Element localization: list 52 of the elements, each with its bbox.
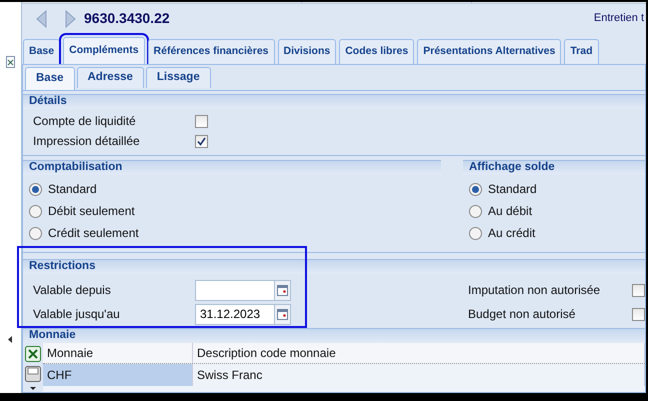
tab[interactable]: Lissage: [146, 67, 211, 88]
section-header: Monnaie: [23, 328, 645, 343]
option-label: Standard: [488, 181, 537, 198]
radio-button[interactable]: [469, 226, 482, 240]
tab[interactable]: Codes libres: [339, 39, 414, 64]
field-label: Valable jusqu'au: [33, 306, 121, 323]
date-field[interactable]: [195, 280, 274, 300]
tab[interactable]: Présentations Alternatives: [417, 39, 562, 64]
collapse-arrow-icon[interactable]: [8, 336, 13, 343]
calendar-icon[interactable]: [277, 308, 288, 320]
checkbox[interactable]: [195, 114, 208, 128]
option-label: Débit seulement: [48, 203, 135, 220]
radio-button[interactable]: [469, 204, 482, 218]
radio-button[interactable]: [29, 226, 42, 240]
tab[interactable]: Références financières: [148, 39, 275, 64]
section-header: Comptabilisation: [23, 160, 441, 175]
tab[interactable]: Trad: [564, 39, 599, 64]
record-title: 9630.3430.22: [84, 9, 170, 28]
section-header: Détails: [23, 94, 645, 109]
spreadsheet-icon[interactable]: [25, 346, 41, 362]
close-icon[interactable]: [6, 56, 15, 68]
radio-button[interactable]: [469, 182, 482, 196]
tab[interactable]: Adresse: [76, 67, 144, 88]
field-label: Impression détaillée: [33, 133, 141, 150]
section-header: Restrictions: [23, 259, 645, 274]
section-header: Affichage solde: [463, 160, 645, 175]
table-cell: Swiss Franc: [193, 364, 645, 386]
radio-button[interactable]: [29, 204, 42, 218]
option-label: Au crédit: [488, 225, 536, 242]
window-title: Entretien t: [594, 11, 644, 26]
field-label: Valable depuis: [33, 282, 112, 299]
field-label: Imputation non autorisée: [468, 282, 602, 299]
table-cell: CHF: [43, 364, 193, 386]
checkbox[interactable]: [632, 308, 645, 320]
column-header[interactable]: Description code monnaie: [193, 343, 645, 363]
option-label: Crédit seulement: [48, 225, 139, 242]
save-icon[interactable]: [25, 366, 41, 392]
field-label: Budget non autorisé: [468, 306, 576, 323]
date-field[interactable]: 31.12.2023: [195, 304, 274, 324]
field-label: Compte de liquidité: [33, 113, 137, 130]
tab[interactable]: Divisions: [278, 39, 336, 64]
back-arrow-icon[interactable]: [36, 10, 47, 28]
tab[interactable]: Base: [25, 67, 74, 90]
option-label: Au débit: [488, 203, 532, 220]
forward-arrow-icon[interactable]: [65, 10, 76, 28]
calendar-icon[interactable]: [277, 284, 288, 296]
option-label: Standard: [48, 181, 97, 198]
checkbox[interactable]: [195, 134, 208, 148]
column-header[interactable]: Monnaie: [43, 343, 193, 363]
radio-button[interactable]: [29, 182, 42, 196]
tab[interactable]: Base: [23, 39, 60, 64]
checkbox[interactable]: [632, 284, 645, 296]
